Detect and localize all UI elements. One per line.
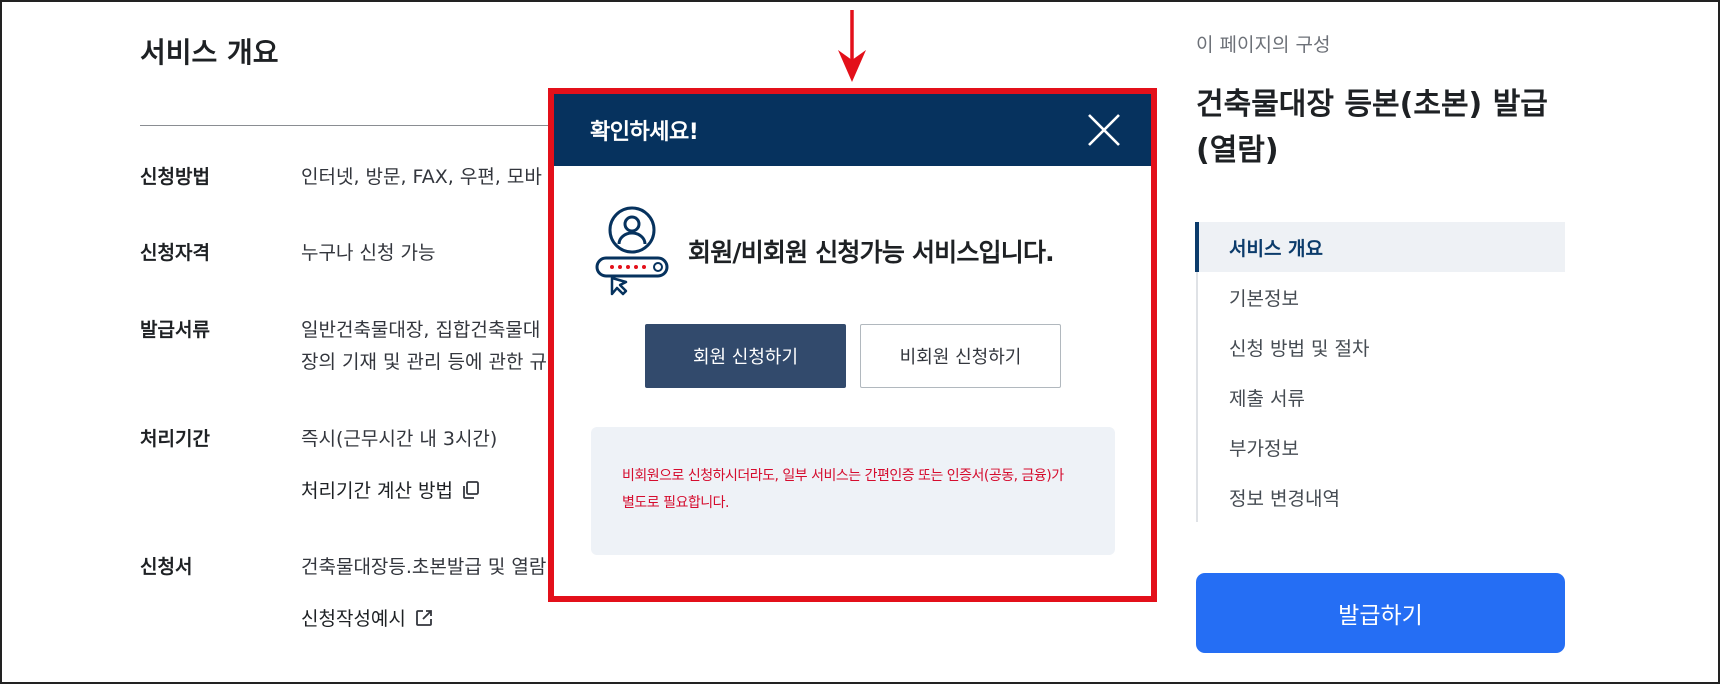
toc-item-procedure[interactable]: 신청 방법 및 절차	[1198, 322, 1565, 372]
info-text-line2: 별도로 필요합니다.	[622, 495, 729, 511]
guest-apply-button[interactable]: 비회원 신청하기	[860, 324, 1061, 388]
toc-item-overview[interactable]: 서비스 개요	[1195, 222, 1565, 272]
form-example-link-label: 신청작성예시	[301, 608, 406, 630]
page-title: 건축물대장 등본(초본) 발급(열람)	[1196, 87, 1548, 168]
modal-title: 확인하세요!	[590, 120, 699, 145]
row-value-form: 건축물대장등.초본발급 및 열람	[301, 556, 547, 578]
toc-caption: 이 페이지의 구성	[1196, 34, 1331, 56]
toc-item-basic-info[interactable]: 기본정보	[1198, 272, 1565, 322]
close-button[interactable]	[1085, 111, 1123, 149]
row-label-form: 신청서	[140, 556, 193, 578]
form-example-link[interactable]: 신청작성예시	[301, 604, 434, 631]
section-title: 서비스 개요	[140, 36, 279, 69]
period-calc-link-label: 처리기간 계산 방법	[301, 480, 453, 502]
row-label-method: 신청방법	[140, 166, 210, 188]
row-label-documents: 발급서류	[140, 319, 210, 341]
toc-item-documents[interactable]: 제출 서류	[1198, 372, 1565, 422]
row-value-period: 즉시(근무시간 내 3시간)	[301, 428, 498, 450]
row-value-documents-line2: 장의 기재 및 관리 등에 관한 규	[301, 351, 547, 373]
issue-button[interactable]: 발급하기	[1196, 573, 1565, 653]
member-apply-button[interactable]: 회원 신청하기	[645, 324, 846, 388]
row-value-method: 인터넷, 방문, FAX, 우편, 모바	[301, 166, 542, 188]
toc-item-change-history[interactable]: 정보 변경내역	[1198, 472, 1565, 522]
row-label-period: 처리기간	[140, 428, 210, 450]
confirm-modal: 확인하세요! 회원/비회원 신청가능 서비스입니다. 회원 신청하기 비회원 신…	[554, 94, 1151, 596]
user-login-icon	[595, 206, 669, 296]
toc-list: 서비스 개요 기본정보 신청 방법 및 절차 제출 서류 부가정보 정보 변경내…	[1195, 222, 1565, 522]
copy-icon	[463, 480, 479, 499]
modal-header: 확인하세요!	[554, 94, 1151, 166]
notice-row: 회원/비회원 신청가능 서비스입니다.	[592, 206, 1055, 296]
period-calc-link[interactable]: 처리기간 계산 방법	[301, 476, 481, 503]
arrow-down-icon	[838, 10, 866, 82]
info-text-line1: 비회원으로 신청하시더라도, 일부 서비스는 간편인증 또는 인증서(공동, 금…	[622, 468, 1064, 484]
row-value-documents-line1: 일반건축물대장, 집합건축물대	[301, 319, 541, 341]
external-link-icon	[415, 609, 432, 626]
notice-text: 회원/비회원 신청가능 서비스입니다.	[688, 238, 1055, 267]
toc-item-additional-info[interactable]: 부가정보	[1198, 422, 1565, 472]
row-value-eligibility: 누구나 신청 가능	[301, 242, 436, 264]
section-divider	[140, 125, 570, 126]
info-box: 비회원으로 신청하시더라도, 일부 서비스는 간편인증 또는 인증서(공동, 금…	[591, 427, 1115, 555]
close-icon	[1088, 114, 1120, 146]
row-label-eligibility: 신청자격	[140, 242, 210, 264]
